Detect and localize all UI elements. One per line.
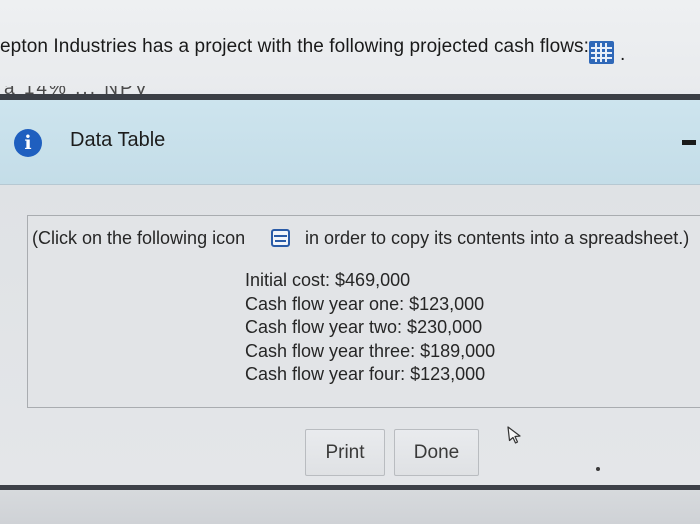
mouse-pointer-icon [507,426,521,444]
modal-title: Data Table [70,129,166,151]
question-period: . [620,44,626,65]
copy-to-spreadsheet-icon[interactable] [271,229,290,247]
cash-flow-list: Initial cost: $469,000 Cash flow year on… [245,269,495,387]
cash-flow-year-four-line: Cash flow year four: $123,000 [245,364,486,385]
cash-flow-year-two-line: Cash flow year two: $230,000 [245,317,483,338]
clipped-question-line: a 14% ... NPV [0,86,700,94]
stray-dot [596,467,600,471]
question-text: epton Industries has a project with the … [0,36,590,57]
print-button[interactable]: Print [305,429,385,476]
clipped-question-text: a 14% ... NPV [4,86,700,94]
copy-instruction-before: (Click on the following icon [32,228,246,248]
copy-instruction-after: in order to copy its contents into a spr… [305,228,690,248]
cash-flow-year-one-line: Cash flow year one: $123,000 [245,293,485,314]
cash-flow-year-three-line: Cash flow year three: $189,000 [245,340,496,361]
info-icon: i [14,129,42,157]
minimize-icon[interactable] [678,130,700,156]
done-button[interactable]: Done [394,429,479,476]
table-grid-icon[interactable] [589,41,614,64]
initial-cost-line: Initial cost: $469,000 [245,270,411,290]
page-bottom-area [0,490,700,524]
